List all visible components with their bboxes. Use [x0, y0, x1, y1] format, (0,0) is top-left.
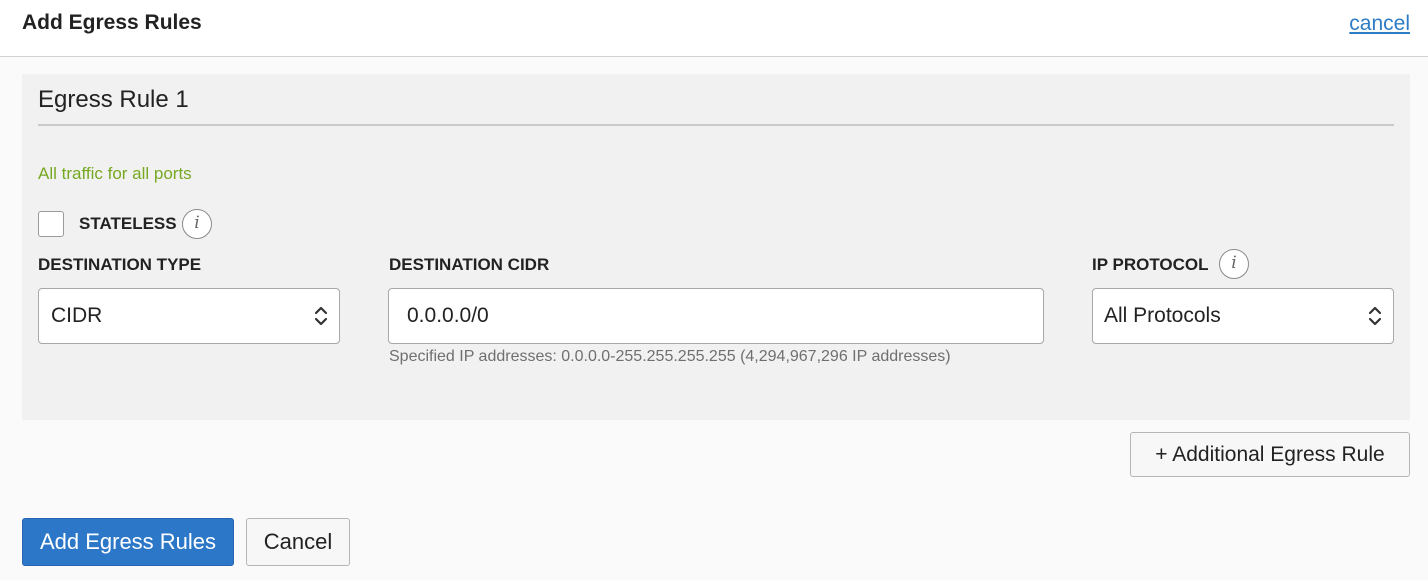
ip-protocol-value: All Protocols	[1104, 304, 1221, 327]
rule-title: Egress Rule 1	[38, 86, 189, 113]
additional-egress-rule-button[interactable]: + Additional Egress Rule	[1130, 432, 1410, 477]
stateless-checkbox[interactable]	[38, 211, 64, 237]
cancel-button[interactable]: Cancel	[246, 518, 350, 566]
destination-type-select[interactable]: CIDR	[38, 288, 340, 344]
cidr-helper-text: Specified IP addresses: 0.0.0.0-255.255.…	[389, 348, 951, 365]
info-icon[interactable]: i	[1219, 249, 1249, 279]
egress-rule-panel: Egress Rule 1 All traffic for all ports …	[22, 74, 1410, 420]
destination-type-value: CIDR	[51, 304, 103, 327]
info-icon[interactable]: i	[182, 209, 212, 239]
add-egress-rules-button[interactable]: Add Egress Rules	[22, 518, 234, 566]
ip-protocol-select[interactable]: All Protocols	[1092, 288, 1394, 344]
destination-cidr-value: 0.0.0.0/0	[407, 304, 489, 327]
updown-chevron-icon	[1368, 306, 1382, 326]
traffic-note: All traffic for all ports	[38, 164, 192, 183]
updown-chevron-icon	[314, 306, 328, 326]
ip-protocol-label: IP PROTOCOL	[1092, 255, 1209, 274]
destination-cidr-label: DESTINATION CIDR	[389, 255, 550, 274]
dialog-title: Add Egress Rules	[22, 11, 202, 34]
rule-divider	[38, 124, 1394, 126]
stateless-label: STATELESS	[79, 214, 177, 233]
dialog-header: Add Egress Rules cancel	[0, 0, 1428, 57]
destination-cidr-input[interactable]: 0.0.0.0/0	[388, 288, 1044, 344]
destination-type-label: DESTINATION TYPE	[38, 255, 202, 274]
cancel-link[interactable]: cancel	[1349, 12, 1410, 36]
